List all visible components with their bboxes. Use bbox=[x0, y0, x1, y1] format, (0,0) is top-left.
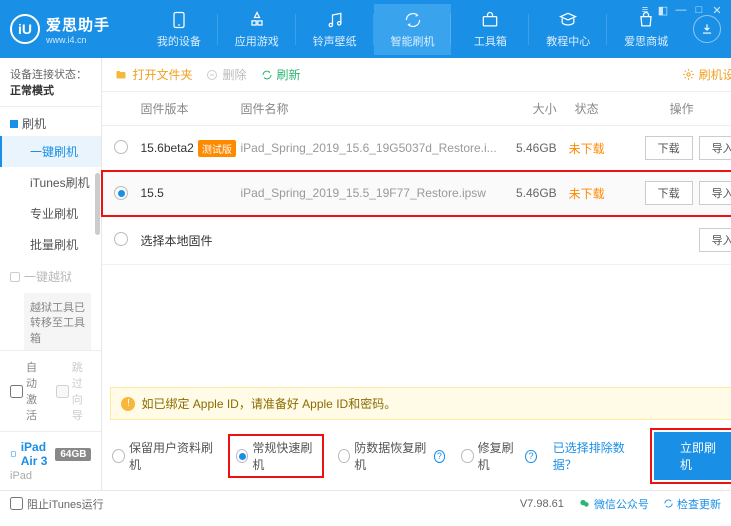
download-button[interactable]: 下载 bbox=[645, 136, 693, 160]
open-folder-button[interactable]: 打开文件夹 bbox=[114, 66, 192, 83]
row-radio[interactable] bbox=[114, 186, 128, 200]
opt-normal-flash[interactable]: 常规快速刷机 bbox=[230, 436, 322, 476]
storage-badge: 64GB bbox=[55, 448, 91, 461]
opt-keep-data[interactable]: 保留用户资料刷机 bbox=[112, 439, 213, 473]
maximize-icon[interactable]: □ bbox=[691, 3, 707, 17]
flash-now-button[interactable]: 立即刷机 bbox=[654, 432, 731, 480]
nav-ringtone[interactable]: 铃声壁纸 bbox=[296, 4, 374, 55]
status-bar: 阻止iTunes运行 V7.98.61 微信公众号 检查更新 const dat… bbox=[0, 490, 731, 516]
side-group-jailbreak[interactable]: 一键越狱 bbox=[0, 260, 101, 289]
flash-options: 保留用户资料刷机 常规快速刷机 防数据恢复刷机? 修复刷机? 已选择排除数据？ … bbox=[102, 424, 731, 490]
gear-icon bbox=[682, 68, 695, 81]
close-icon[interactable]: ✕ bbox=[709, 3, 725, 17]
jailbreak-note: 越狱工具已转移至工具箱 bbox=[24, 293, 91, 350]
check-update-link[interactable]: 检查更新 bbox=[663, 496, 721, 512]
import-button[interactable]: 导入 bbox=[699, 181, 731, 205]
auto-activate-checkbox[interactable]: 自动激活 bbox=[10, 359, 46, 423]
nav-toolbox[interactable]: 工具箱 bbox=[451, 4, 529, 55]
beta-tag: 测试版 bbox=[198, 140, 236, 157]
brand-url: www.i4.cn bbox=[46, 35, 110, 45]
wechat-link[interactable]: 微信公众号 bbox=[578, 496, 649, 512]
logo-icon: iU bbox=[10, 14, 40, 44]
version-label: V7.98.61 bbox=[520, 498, 564, 510]
lock-icon bbox=[10, 272, 20, 282]
sidebar-item-batch[interactable]: 批量刷机 bbox=[0, 229, 101, 260]
row-radio[interactable] bbox=[114, 140, 128, 154]
sidebar-scrollbar[interactable] bbox=[95, 173, 100, 235]
help-icon[interactable]: ? bbox=[525, 450, 537, 463]
import-button[interactable]: 导入 bbox=[699, 228, 731, 252]
firmware-row[interactable]: 15.6beta2测试版 iPad_Spring_2019_15.6_19G50… bbox=[102, 126, 731, 171]
wechat-icon bbox=[578, 498, 591, 509]
flash-settings-button[interactable]: 刷机设置 bbox=[682, 66, 731, 83]
firmware-row[interactable]: 15.5 iPad_Spring_2019_15.5_19F77_Restore… bbox=[102, 171, 731, 216]
nav-tutorial[interactable]: 教程中心 bbox=[529, 4, 607, 55]
download-center-button[interactable] bbox=[693, 15, 721, 43]
connection-status: 设备连接状态：正常模式 bbox=[0, 58, 101, 107]
auto-options: 自动激活 跳过向导 bbox=[0, 350, 101, 431]
info-icon: ! bbox=[121, 397, 135, 411]
nav-device[interactable]: 我的设备 bbox=[140, 4, 218, 55]
table-header: 固件版本 固件名称 大小 状态 操作 bbox=[102, 92, 731, 126]
import-button[interactable]: 导入 bbox=[699, 136, 731, 160]
update-icon bbox=[663, 498, 674, 509]
sidebar-item-pro[interactable]: 专业刷机 bbox=[0, 198, 101, 229]
exclude-data-link[interactable]: 已选择排除数据？ bbox=[553, 439, 638, 473]
delete-button: 删除 bbox=[206, 66, 246, 83]
nav-apps[interactable]: 应用游戏 bbox=[218, 4, 296, 55]
sidebar-item-itunes[interactable]: iTunes刷机 bbox=[0, 167, 101, 198]
top-nav: 我的设备 应用游戏 铃声壁纸 智能刷机 工具箱 教程中心 爱思商城 bbox=[140, 4, 685, 55]
sidebar-item-oneclick[interactable]: 一键刷机 bbox=[0, 136, 101, 167]
opt-anti-recovery[interactable]: 防数据恢复刷机? bbox=[338, 439, 446, 473]
nav-store[interactable]: 爱思商城 bbox=[607, 4, 685, 55]
appleid-warning: ! 如已绑定 Apple ID，请准备好 Apple ID和密码。 ✕ bbox=[110, 387, 731, 420]
toolbar: 打开文件夹 删除 刷新 刷机设置 bbox=[102, 58, 731, 92]
device-block[interactable]: iPad Air 364GB iPad bbox=[0, 431, 101, 490]
help-icon[interactable]: ? bbox=[434, 450, 446, 463]
local-firmware-row[interactable]: 选择本地固件 导入 bbox=[102, 216, 731, 265]
opt-repair-flash[interactable]: 修复刷机? bbox=[461, 439, 537, 473]
skip-guide-checkbox[interactable]: 跳过向导 bbox=[56, 359, 92, 423]
refresh-button[interactable]: 刷新 bbox=[261, 66, 301, 83]
row-radio[interactable] bbox=[114, 232, 128, 246]
app-logo: iU 爱思助手 www.i4.cn bbox=[10, 14, 140, 45]
device-icon bbox=[10, 447, 17, 461]
sidebar: 设备连接状态：正常模式 刷机 一键刷机 iTunes刷机 专业刷机 批量刷机 一… bbox=[0, 58, 102, 490]
brand-name: 爱思助手 bbox=[46, 14, 110, 35]
download-button[interactable]: 下载 bbox=[645, 181, 693, 205]
main-panel: 打开文件夹 删除 刷新 刷机设置 固件版本 固件名称 大小 状态 操作 15.6… bbox=[102, 58, 731, 490]
side-group-flash[interactable]: 刷机 bbox=[0, 107, 101, 136]
nav-flash[interactable]: 智能刷机 bbox=[374, 4, 452, 55]
block-itunes-checkbox[interactable]: 阻止iTunes运行 bbox=[10, 496, 104, 512]
